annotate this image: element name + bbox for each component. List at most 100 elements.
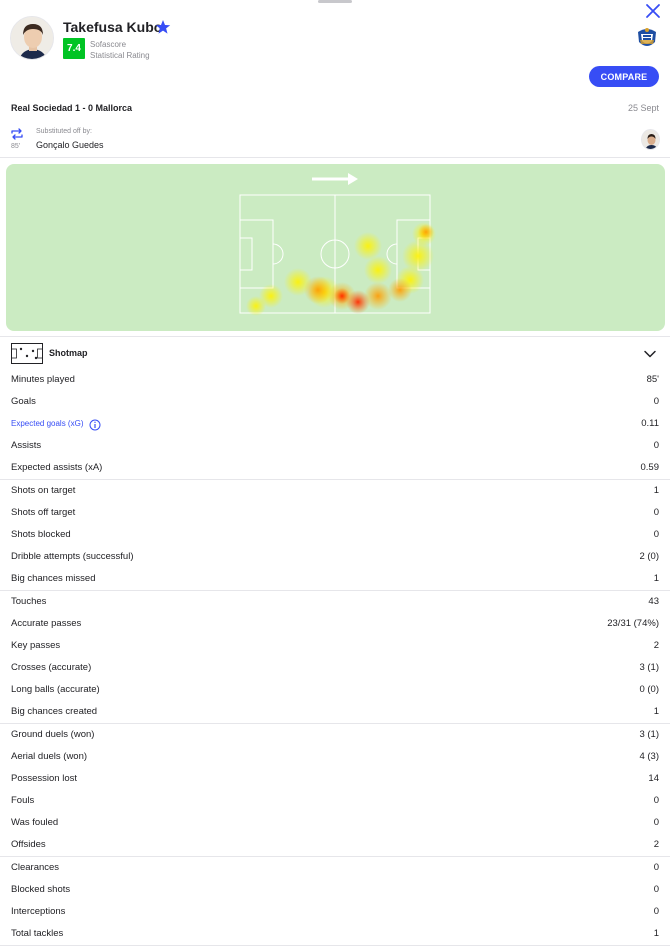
club-logo xyxy=(636,26,658,50)
stat-value: 0 xyxy=(653,795,659,806)
stat-group: Minutes played 85' Goals 0 Expected goals (x… xyxy=(0,369,670,480)
stat-label: Ground duels (won) xyxy=(11,729,95,740)
stat-label: Shots blocked xyxy=(11,529,71,540)
stat-row: Key passes 2 xyxy=(0,635,670,657)
stat-value: 1 xyxy=(653,928,659,939)
stat-label: Fouls xyxy=(11,795,35,806)
stat-value: 2 (0) xyxy=(639,551,659,562)
player-header: Takefusa Kubo 7.4 Sofascore Statistical … xyxy=(0,0,670,100)
heatmap xyxy=(6,164,665,331)
rating-badge: 7.4 xyxy=(63,38,85,59)
substitute-avatar[interactable] xyxy=(641,129,660,150)
stat-value: 43 xyxy=(648,596,659,607)
stat-row: Was fouled 0 xyxy=(0,812,670,834)
stat-label: Offsides xyxy=(11,839,46,850)
direction-arrow-icon xyxy=(312,173,358,185)
compare-button[interactable]: COMPARE xyxy=(589,66,659,87)
substitution-info: 85' Substituted off by: Gonçalo Guedes xyxy=(0,122,670,158)
stat-label: Possession lost xyxy=(11,773,78,784)
match-date: 25 Sept xyxy=(627,103,659,113)
pitch-icon xyxy=(11,343,43,364)
stat-label: Was fouled xyxy=(11,817,59,828)
stat-group: Touches 43 Accurate passes 23/31 (74%) Key p… xyxy=(0,591,670,724)
stat-label: Crosses (accurate) xyxy=(11,662,92,673)
stat-label: Aerial duels (won) xyxy=(11,751,88,762)
stat-label: Big chances missed xyxy=(11,573,96,584)
stat-row: Aerial duels (won) 4 (3) xyxy=(0,746,670,768)
stat-value: 2 xyxy=(653,839,659,850)
match-title: Real Sociedad 1 - 0 Mallorca xyxy=(11,103,133,113)
star-icon[interactable] xyxy=(155,19,171,35)
stat-label: Expected assists (xA) xyxy=(11,462,103,473)
player-avatar xyxy=(10,16,54,60)
stat-value: 1 xyxy=(653,573,659,584)
stat-row: Possession lost 14 xyxy=(0,768,670,790)
stat-row: Goals 0 xyxy=(0,391,670,413)
stat-value: 0 xyxy=(653,862,659,873)
stat-row: Total tackles 1 xyxy=(0,923,670,945)
stat-label: Goals xyxy=(11,396,36,407)
match-info[interactable]: Real Sociedad 1 - 0 Mallorca 25 Sept xyxy=(0,100,670,120)
chevron-down-icon[interactable] xyxy=(643,347,657,361)
stat-group: Clearances 0 Blocked shots 0 Interceptions 0 T… xyxy=(0,857,670,946)
stat-row: Shots on target 1 xyxy=(0,480,670,502)
stat-row: Ground duels (won) 3 (1) xyxy=(0,724,670,746)
stat-label: Big chances created xyxy=(11,706,98,717)
stat-row: Crosses (accurate) 3 (1) xyxy=(0,657,670,679)
stat-value: 3 (1) xyxy=(639,662,659,673)
stat-row: Shots blocked 0 xyxy=(0,524,670,546)
stat-row: Fouls 0 xyxy=(0,790,670,812)
stat-value: 0 xyxy=(653,507,659,518)
player-name: Takefusa Kubo xyxy=(63,19,163,35)
substitution-label: Substituted off by: xyxy=(36,128,92,135)
stat-value: 1 xyxy=(653,485,659,496)
stat-row: Big chances missed 1 xyxy=(0,568,670,590)
stat-row: Minutes played 85' xyxy=(0,369,670,391)
stat-label: Total tackles xyxy=(11,928,64,939)
stat-row: Big chances created 1 xyxy=(0,701,670,723)
stat-row: Accurate passes 23/31 (74%) xyxy=(0,613,670,635)
stat-value: 2 xyxy=(653,640,659,651)
stat-row: Expected goals (xG) 0.11 xyxy=(0,413,670,435)
stat-row: Dribble attempts (successful) 2 (0) xyxy=(0,546,670,568)
substitution-icon xyxy=(10,127,24,141)
stat-row: Interceptions 0 xyxy=(0,901,670,923)
stat-label: Minutes played xyxy=(11,374,75,385)
shotmap-toggle[interactable]: Shotmap xyxy=(0,336,670,368)
stat-label: Dribble attempts (successful) xyxy=(11,551,134,562)
stat-value: 0 xyxy=(653,906,659,917)
stat-label: Long balls (accurate) xyxy=(11,684,100,695)
stat-label: Interceptions xyxy=(11,906,66,917)
stat-value: 4 (3) xyxy=(639,751,659,762)
substitute-player-name[interactable]: Gonçalo Guedes xyxy=(36,140,104,150)
stat-value: 3 (1) xyxy=(639,729,659,740)
stat-value: 0 xyxy=(653,396,659,407)
substitution-minute: 85' xyxy=(11,143,21,150)
stat-label: Clearances xyxy=(11,862,60,873)
stat-group: Shots on target 1 Shots off target 0 Shots b… xyxy=(0,480,670,591)
stat-row: Clearances 0 xyxy=(0,857,670,879)
stat-group: Ground duels (won) 3 (1) Aerial duels (won… xyxy=(0,724,670,857)
stat-label[interactable]: Expected goals (xG) xyxy=(11,419,83,428)
rating-source-name: Sofascore xyxy=(90,40,127,49)
stat-value: 14 xyxy=(648,773,659,784)
stat-label: Touches xyxy=(11,596,47,607)
stat-label: Shots off target xyxy=(11,507,76,518)
stat-label: Blocked shots xyxy=(11,884,71,895)
stat-row: Long balls (accurate) 0 (0) xyxy=(0,679,670,701)
stat-value: 0 xyxy=(653,884,659,895)
stat-value: 0.11 xyxy=(641,418,659,429)
stat-value: 0 xyxy=(653,817,659,828)
stat-value: 0 xyxy=(653,440,659,451)
stat-row: Expected assists (xA) 0.59 xyxy=(0,457,670,479)
stat-label: Assists xyxy=(11,440,42,451)
stat-row: Blocked shots 0 xyxy=(0,879,670,901)
stat-row: Assists 0 xyxy=(0,435,670,457)
stat-label: Shots on target xyxy=(11,485,76,496)
stat-value: 85' xyxy=(646,374,659,385)
stat-row: Touches 43 xyxy=(0,591,670,613)
info-icon[interactable] xyxy=(89,418,101,431)
stat-label: Key passes xyxy=(11,640,61,651)
heat-blobs xyxy=(246,222,436,316)
rating-source: Sofascore Statistical Rating xyxy=(90,39,150,61)
